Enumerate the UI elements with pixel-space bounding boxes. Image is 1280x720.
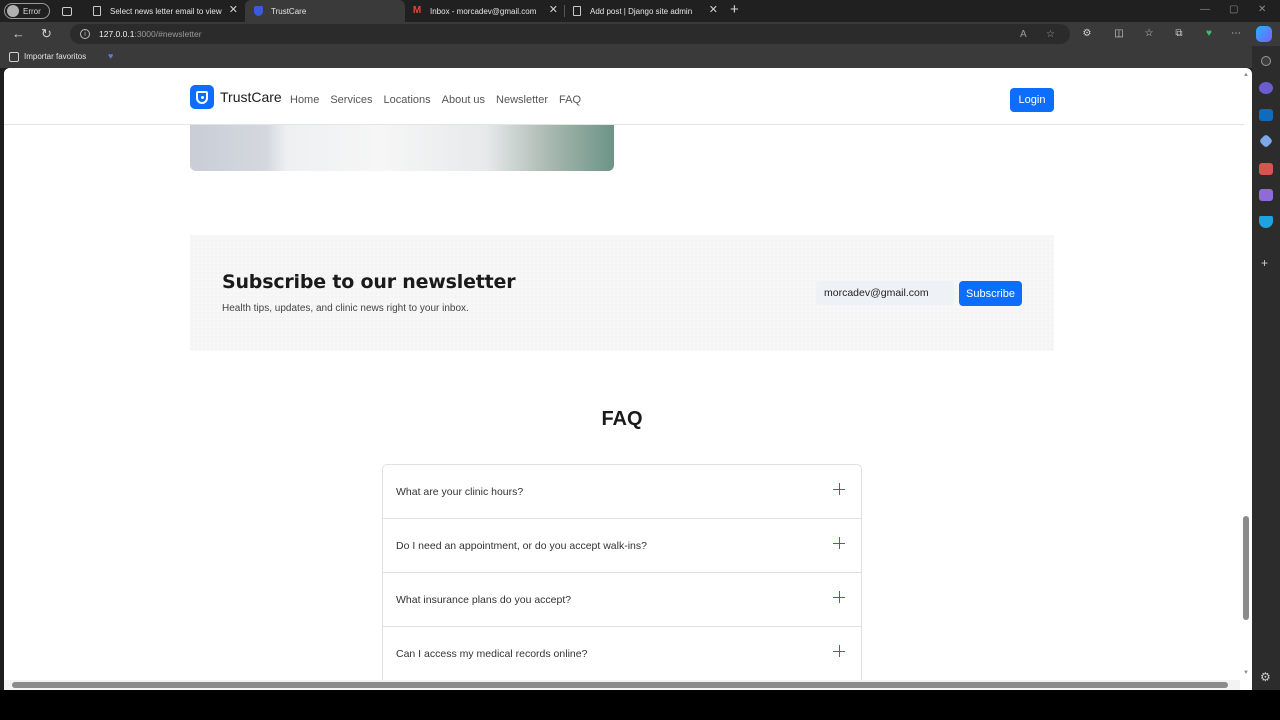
- horizontal-scrollbar[interactable]: [4, 680, 1240, 690]
- browser-essentials-icon[interactable]: ♥: [1202, 27, 1216, 41]
- plus-icon[interactable]: [833, 483, 845, 495]
- shield-icon: [253, 6, 263, 16]
- url-path: :3000/#newsletter: [134, 29, 202, 39]
- plus-icon[interactable]: [833, 591, 845, 603]
- plus-icon[interactable]: [833, 537, 845, 549]
- browser-address-bar: ← ↻ i 127.0.0.1 :3000/#newsletter A ☆ ⚙ …: [0, 22, 1280, 46]
- tab-trustcare[interactable]: TrustCare: [245, 0, 405, 22]
- split-screen-icon[interactable]: ◫: [1112, 27, 1126, 41]
- read-aloud-icon[interactable]: A: [1020, 29, 1027, 41]
- nav-locations[interactable]: Locations: [384, 94, 431, 106]
- brand-shield-icon[interactable]: [190, 85, 214, 109]
- horizontal-scroll-thumb[interactable]: [12, 682, 1228, 688]
- gmail-icon: M: [412, 5, 422, 16]
- url-host: 127.0.0.1: [99, 29, 135, 39]
- tab-actions-icon[interactable]: [60, 4, 74, 18]
- back-icon[interactable]: ←: [12, 26, 25, 42]
- outlook-icon[interactable]: [1259, 109, 1273, 121]
- vertical-scrollbar[interactable]: ▲ ▼: [1242, 72, 1250, 678]
- heart-icon[interactable]: ♥: [108, 51, 113, 61]
- tools-icon[interactable]: [1259, 163, 1273, 175]
- favorites-bar: Importar favoritos ♥: [0, 46, 1280, 68]
- tab-title: Select news letter email to view: [110, 6, 222, 16]
- more-options-icon[interactable]: ⋯: [1229, 27, 1243, 41]
- browser-tab-bar: Error Select news letter email to view ✕…: [0, 0, 1280, 22]
- avatar: [7, 5, 19, 17]
- edge-sidebar: + ⚙: [1252, 46, 1280, 690]
- profile-button[interactable]: Error: [4, 3, 50, 19]
- favorites-icon[interactable]: ☆: [1142, 27, 1156, 41]
- page-viewport: TrustCare Home Services Locations About …: [4, 68, 1252, 690]
- faq-item[interactable]: Do I need an appointment, or do you acce…: [383, 519, 861, 573]
- tab-newsletter-admin[interactable]: Select news letter email to view ✕: [84, 0, 244, 22]
- nav-links: Home Services Locations About us Newslet…: [290, 94, 592, 106]
- subscribe-button[interactable]: Subscribe: [959, 281, 1022, 306]
- taskbar-strip: [0, 690, 1280, 720]
- tab-django-admin[interactable]: Add post | Django site admin ✕: [564, 0, 724, 22]
- import-icon: [9, 52, 19, 62]
- newsletter-title: Subscribe to our newsletter: [222, 271, 516, 293]
- import-favorites-link[interactable]: Importar favoritos: [24, 52, 86, 61]
- faq-item[interactable]: What are your clinic hours?: [383, 465, 861, 519]
- extensions-icon[interactable]: ⚙: [1080, 27, 1094, 41]
- telegram-icon[interactable]: [1259, 216, 1273, 228]
- profile-label: Error: [23, 6, 41, 16]
- faq-question: Can I access my medical records online?: [396, 648, 588, 660]
- faq-question: What are your clinic hours?: [396, 486, 524, 498]
- doc-icon: [92, 6, 102, 16]
- close-window-icon[interactable]: ✕: [1258, 4, 1266, 15]
- close-icon[interactable]: ✕: [709, 5, 718, 16]
- tab-gmail-inbox[interactable]: M Inbox - morcadev@gmail.com ✕: [404, 0, 564, 22]
- tab-title: Inbox - morcadev@gmail.com: [430, 6, 537, 16]
- doc-icon: [572, 6, 582, 16]
- close-icon[interactable]: ✕: [549, 5, 558, 16]
- new-tab-icon[interactable]: +: [730, 2, 739, 18]
- nav-about-us[interactable]: About us: [442, 94, 485, 106]
- copilot-icon[interactable]: [1256, 26, 1272, 42]
- info-icon[interactable]: i: [80, 29, 90, 39]
- faq-item[interactable]: What insurance plans do you accept?: [383, 573, 861, 627]
- plus-icon[interactable]: [833, 645, 845, 657]
- minimize-icon[interactable]: —: [1200, 4, 1210, 15]
- favorite-star-icon[interactable]: ☆: [1046, 29, 1055, 41]
- login-button[interactable]: Login: [1010, 88, 1054, 112]
- brand-name[interactable]: TrustCare: [220, 89, 282, 105]
- nav-newsletter[interactable]: Newsletter: [496, 94, 548, 106]
- newsletter-subtitle: Health tips, updates, and clinic news ri…: [222, 303, 469, 314]
- gear-icon[interactable]: ⚙: [1260, 670, 1271, 684]
- nav-services[interactable]: Services: [330, 94, 372, 106]
- search-icon[interactable]: [1261, 56, 1271, 66]
- copilot-app-icon[interactable]: [1259, 82, 1273, 94]
- url-field[interactable]: i 127.0.0.1 :3000/#newsletter A ☆: [70, 24, 1070, 44]
- faq-question: What insurance plans do you accept?: [396, 594, 572, 606]
- close-icon[interactable]: ✕: [229, 5, 238, 16]
- nav-home[interactable]: Home: [290, 94, 319, 106]
- newsletter-email-input[interactable]: [816, 281, 954, 305]
- restore-icon[interactable]: ▢: [1229, 4, 1238, 15]
- add-icon[interactable]: +: [1261, 256, 1268, 270]
- refresh-icon[interactable]: ↻: [41, 26, 52, 42]
- faq-title: FAQ: [601, 408, 643, 430]
- faq-accordion: What are your clinic hours? Do I need an…: [382, 464, 862, 681]
- faq-question: Do I need an appointment, or do you acce…: [396, 540, 647, 552]
- games-icon[interactable]: [1259, 189, 1273, 201]
- site-navbar: TrustCare Home Services Locations About …: [4, 68, 1244, 125]
- faq-item[interactable]: Can I access my medical records online?: [383, 627, 861, 681]
- newsletter-section: Subscribe to our newsletter Health tips,…: [190, 235, 1054, 351]
- nav-faq[interactable]: FAQ: [559, 94, 581, 106]
- collections-icon[interactable]: ⧉: [1172, 27, 1186, 41]
- vertical-scroll-thumb[interactable]: [1243, 516, 1249, 620]
- tab-title: TrustCare: [271, 6, 307, 16]
- tab-title: Add post | Django site admin: [590, 6, 693, 16]
- tag-icon[interactable]: [1258, 133, 1274, 149]
- scroll-down-icon[interactable]: ▼: [1242, 670, 1250, 676]
